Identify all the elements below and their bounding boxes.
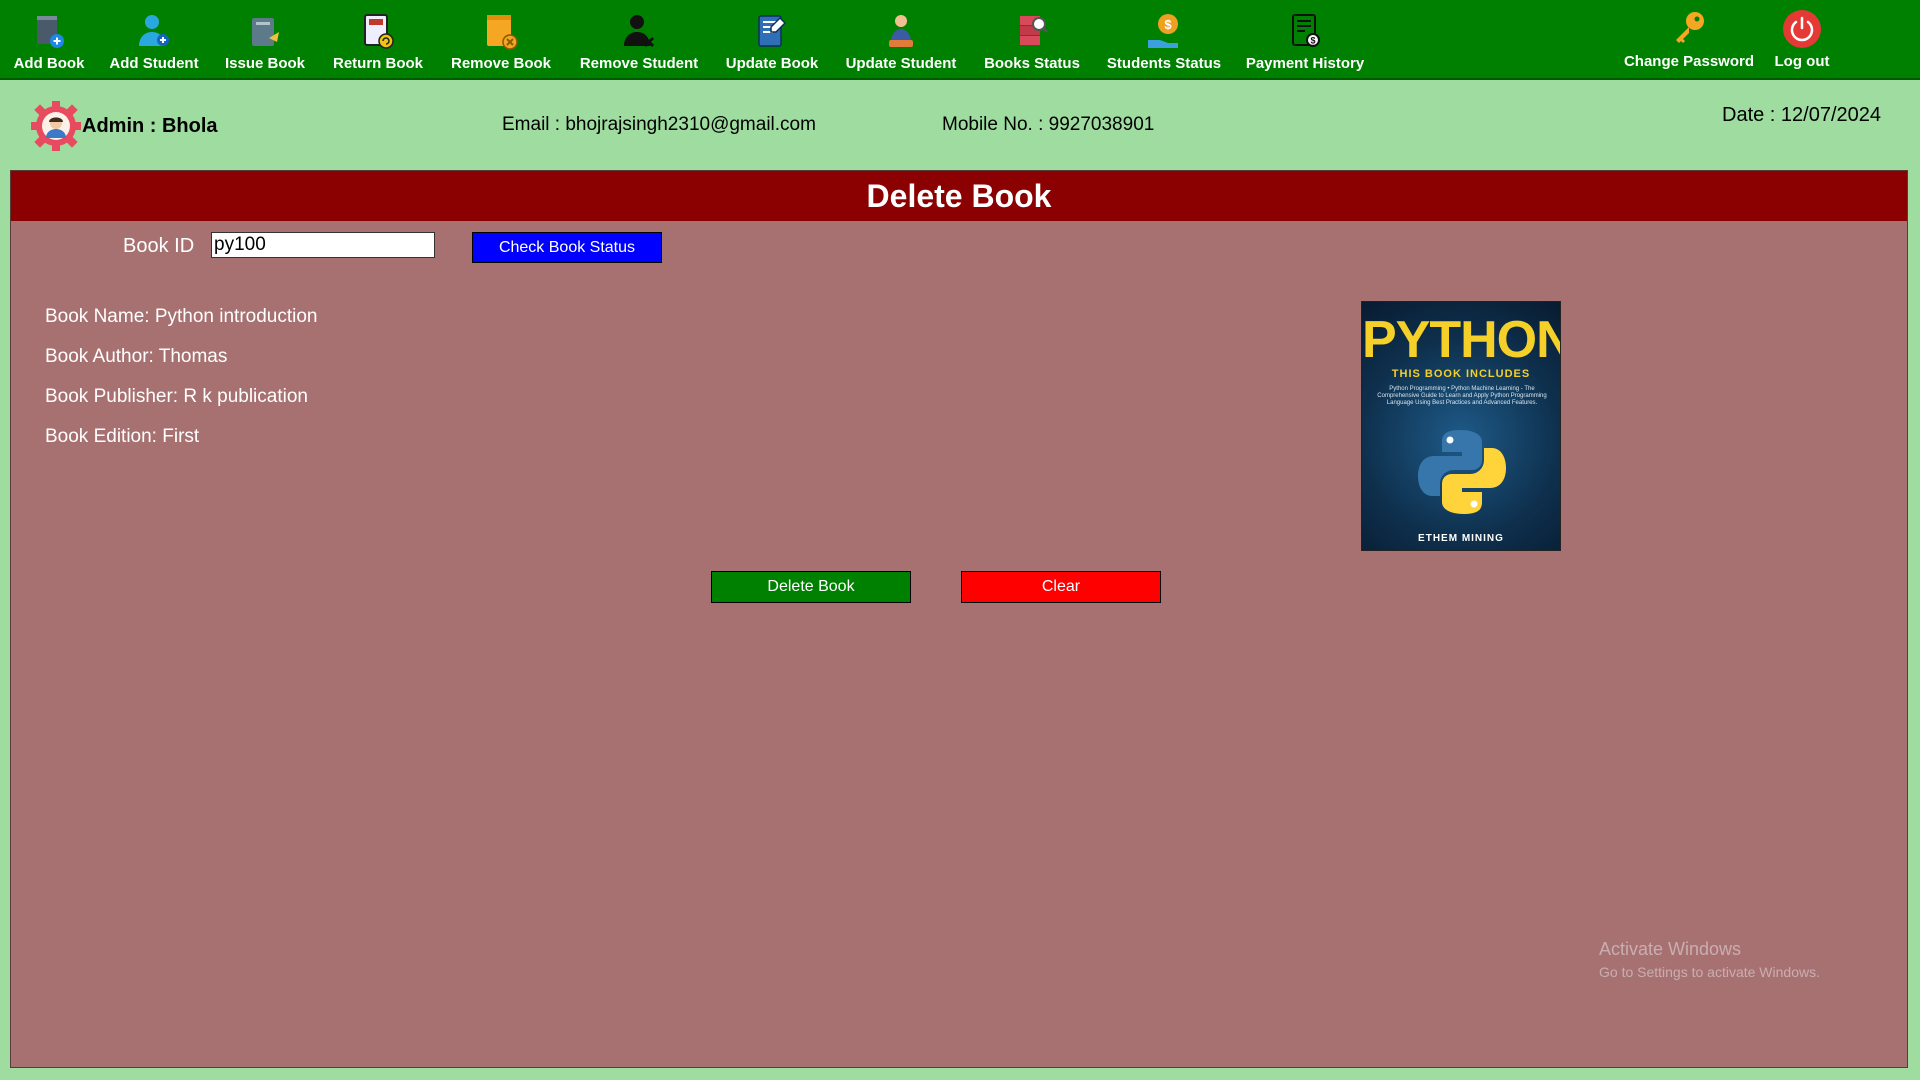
delete-book-panel: Delete Book Book ID Check Book Status Bo…: [10, 170, 1908, 1068]
book-publisher: Book Publisher: R k publication: [45, 386, 308, 407]
clear-button[interactable]: Clear: [961, 571, 1161, 603]
top-toolbar: Add Book Add Student Issue Book Return B…: [0, 0, 1920, 80]
delete-book-button[interactable]: Delete Book: [711, 571, 911, 603]
update-student-button[interactable]: Update Student: [845, 10, 957, 76]
admin-email: Email : bhojrajsingh2310@gmail.com: [502, 114, 816, 135]
book-id-input[interactable]: [211, 232, 435, 258]
books-status-label: Books Status: [984, 55, 1080, 72]
remove-book-label: Remove Book: [450, 55, 552, 72]
payment-history-label: Payment History: [1245, 55, 1365, 72]
admin-avatar-icon: [30, 100, 82, 152]
book-id-label: Book ID: [123, 235, 195, 257]
power-icon: [1782, 8, 1822, 50]
book-name: Book Name: Python introduction: [45, 306, 318, 327]
add-student-icon: [134, 10, 174, 52]
update-book-icon: [752, 10, 792, 52]
add-book-label: Add Book: [13, 55, 85, 72]
change-password-label: Change Password: [1623, 53, 1755, 70]
payment-history-button[interactable]: $ Payment History: [1246, 10, 1364, 76]
activation-watermark-subtitle: Go to Settings to activate Windows.: [1599, 964, 1820, 980]
issue-book-icon: [245, 10, 285, 52]
admin-mobile: Mobile No. : 9927038901: [942, 114, 1155, 135]
remove-book-button[interactable]: Remove Book: [449, 10, 553, 76]
key-icon: [1669, 8, 1709, 50]
cover-description: Python Programming • Python Machine Lear…: [1377, 386, 1547, 406]
remove-student-button[interactable]: Remove Student: [578, 10, 700, 76]
admin-name: Admin : Bhola: [82, 115, 218, 137]
remove-student-label: Remove Student: [579, 55, 699, 72]
python-logo-icon: [1418, 430, 1506, 514]
book-edition: Book Edition: First: [45, 426, 200, 447]
students-status-label: Students Status: [1106, 55, 1222, 72]
logout-button[interactable]: Log out: [1772, 8, 1832, 74]
change-password-button[interactable]: Change Password: [1622, 8, 1756, 74]
books-status-button[interactable]: Books Status: [984, 10, 1080, 76]
book-cover-image: PYTHON THIS BOOK INCLUDES Python Program…: [1361, 301, 1561, 551]
book-author: Book Author: Thomas: [45, 346, 228, 367]
svg-text:$: $: [1164, 17, 1172, 32]
return-book-label: Return Book: [333, 55, 423, 72]
issue-book-button[interactable]: Issue Book: [222, 10, 308, 76]
logout-label: Log out: [1774, 53, 1830, 70]
issue-book-label: Issue Book: [224, 55, 306, 72]
panel-title: Delete Book: [11, 171, 1907, 221]
update-student-label: Update Student: [845, 55, 957, 72]
return-book-button[interactable]: Return Book: [330, 10, 426, 76]
students-status-button[interactable]: $ Students Status: [1106, 10, 1222, 76]
current-date: Date : 12/07/2024: [1722, 104, 1882, 126]
add-student-button[interactable]: Add Student: [108, 10, 200, 76]
remove-book-icon: [481, 10, 521, 52]
cover-title: PYTHON: [1362, 311, 1561, 369]
payment-history-icon: $: [1285, 10, 1325, 52]
remove-student-icon: [619, 10, 659, 52]
add-book-icon: [29, 10, 69, 52]
add-student-label: Add Student: [109, 55, 199, 72]
update-book-button[interactable]: Update Book: [726, 10, 818, 76]
add-book-button[interactable]: Add Book: [14, 10, 84, 76]
books-status-icon: [1012, 10, 1052, 52]
activation-watermark-title: Activate Windows: [1599, 939, 1742, 959]
check-book-status-button[interactable]: Check Book Status: [472, 232, 662, 263]
cover-subtitle: THIS BOOK INCLUDES: [1391, 368, 1531, 380]
students-status-icon: $: [1144, 10, 1184, 52]
return-book-icon: [358, 10, 398, 52]
svg-text:$: $: [1310, 36, 1315, 46]
cover-author: ETHEM MINING: [1418, 533, 1504, 544]
update-student-icon: [881, 10, 921, 52]
update-book-label: Update Book: [725, 55, 819, 72]
